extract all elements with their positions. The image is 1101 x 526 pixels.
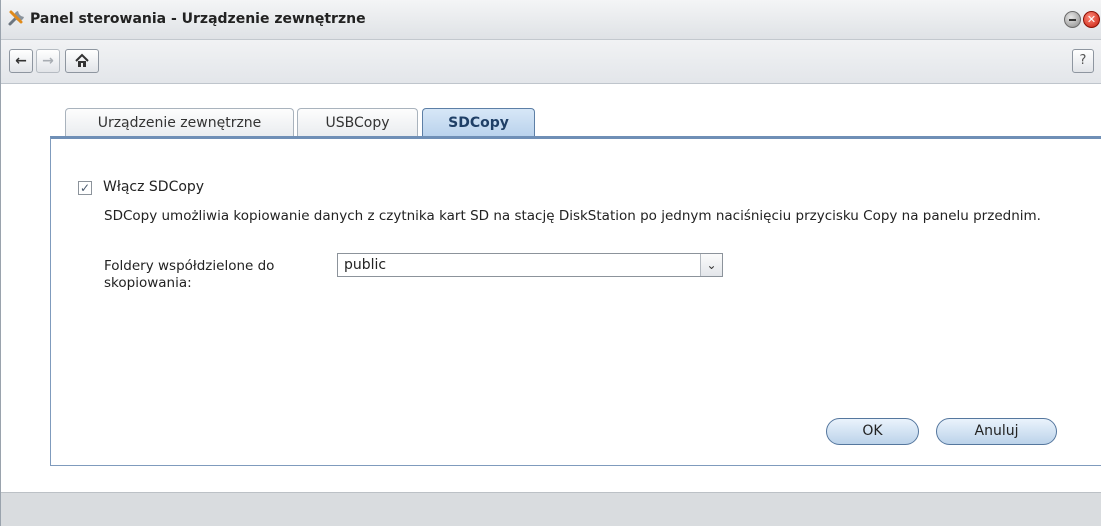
back-button[interactable]: ← — [9, 49, 33, 73]
tab-external-device[interactable]: Urządzenie zewnętrzne — [65, 108, 294, 137]
tab-usbcopy[interactable]: USBCopy — [297, 108, 418, 137]
ok-button[interactable]: OK — [826, 418, 919, 445]
shared-folder-label: Foldery współdzielone do skopiowania: — [104, 258, 275, 291]
control-panel-window: Panel sterowania - Urządzenie zewnętrzne… — [0, 0, 1101, 526]
window-title: Panel sterowania - Urządzenie zewnętrzne — [30, 11, 366, 27]
enable-sdcopy-checkbox[interactable]: ✓ — [78, 181, 92, 195]
tab-sdcopy[interactable]: SDCopy — [422, 108, 535, 137]
chevron-down-icon[interactable]: ⌄ — [700, 254, 722, 276]
home-button[interactable] — [65, 49, 99, 73]
tools-icon — [7, 8, 27, 28]
forward-button[interactable]: → — [36, 49, 60, 73]
help-button[interactable]: ? — [1072, 49, 1094, 73]
close-icon[interactable]: ✕ — [1083, 11, 1100, 28]
window-footer — [1, 492, 1101, 526]
content-area: Urządzenie zewnętrzne USBCopy SDCopy ✓ W… — [1, 85, 1101, 492]
enable-sdcopy-label[interactable]: Włącz SDCopy — [103, 179, 204, 195]
sdcopy-description: SDCopy umożliwia kopiowanie danych z czy… — [104, 208, 1041, 224]
title-bar: Panel sterowania - Urządzenie zewnętrzne… — [1, 0, 1101, 40]
toolbar: ← → ? — [1, 40, 1101, 84]
home-icon — [75, 53, 89, 67]
shared-folder-value: public — [344, 257, 387, 273]
shared-folder-select[interactable]: public ⌄ — [337, 253, 723, 277]
cancel-button[interactable]: Anuluj — [936, 418, 1057, 445]
sdcopy-panel: ✓ Włącz SDCopy SDCopy umożliwia kopiowan… — [50, 136, 1101, 466]
minimize-icon[interactable] — [1064, 11, 1081, 28]
